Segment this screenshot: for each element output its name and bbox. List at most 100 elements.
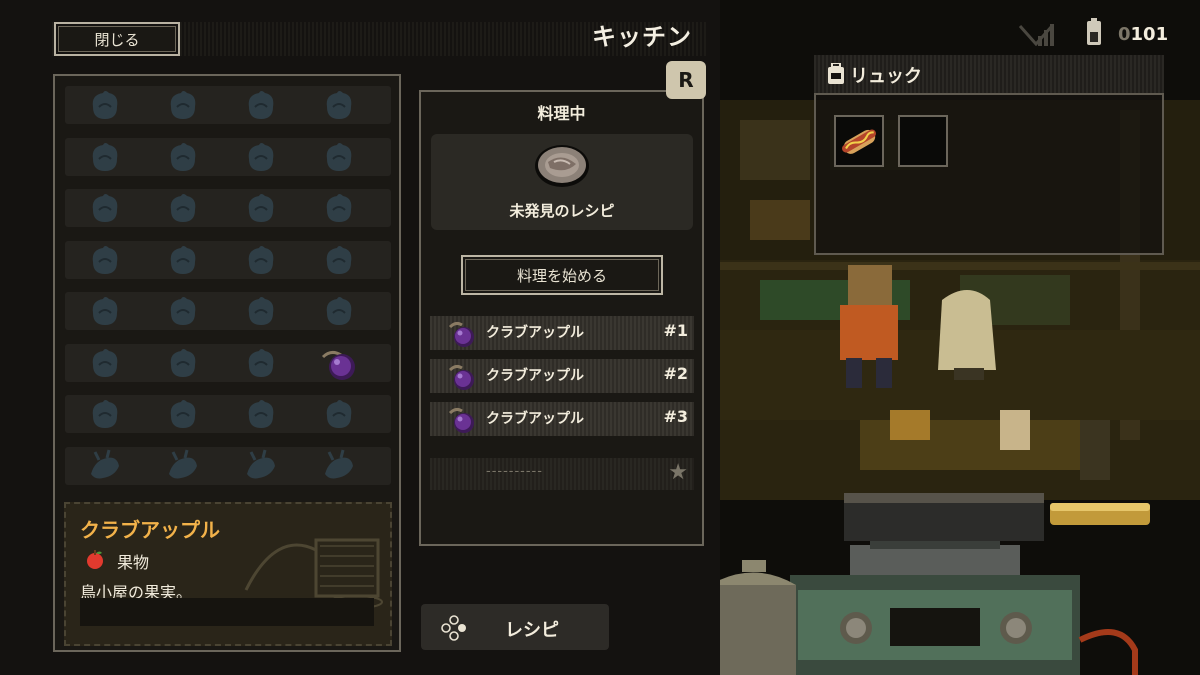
empty-ingredient-slot-icon — [326, 91, 352, 119]
apple-icon — [87, 550, 103, 569]
empty-ingredient-slot-icon — [248, 400, 274, 428]
empty-ingredient-slot-icon — [92, 142, 118, 171]
signal-strength-icon — [1018, 24, 1054, 46]
description-footer-bar — [80, 598, 374, 626]
battery-icon — [1087, 18, 1101, 45]
crab-apple-icon — [448, 407, 474, 433]
page-title: キッチン — [592, 23, 692, 51]
empty-vegetable-slot-icon — [169, 449, 197, 478]
backpack-slot-1[interactable] — [834, 115, 884, 167]
inventory-row — [65, 86, 391, 124]
empty-ingredient-slot-icon — [170, 194, 196, 222]
empty-ingredient-slot-icon — [170, 400, 196, 428]
empty-ingredient-slot-icon — [92, 297, 118, 325]
inventory-slot[interactable] — [85, 394, 125, 434]
backpack-title: リュック — [850, 66, 922, 87]
inventory-slot[interactable] — [241, 85, 281, 125]
empty-ingredient-slot-icon — [170, 245, 196, 274]
inventory-slot[interactable] — [241, 188, 281, 228]
inventory-slot[interactable] — [163, 291, 203, 331]
inventory-slot[interactable] — [319, 188, 359, 228]
inventory-slot[interactable] — [163, 137, 203, 177]
empty-ingredient-slot-icon — [326, 245, 352, 274]
r-button-prompt: R — [666, 61, 706, 99]
backpack-icon — [828, 63, 844, 84]
inventory-slot[interactable] — [163, 240, 203, 280]
inventory-slot[interactable] — [163, 343, 203, 383]
empty-ingredient-slot-icon — [326, 400, 352, 428]
inventory-slot[interactable] — [85, 291, 125, 331]
inventory-slot[interactable] — [163, 394, 203, 434]
inventory-slot[interactable] — [241, 446, 281, 486]
inventory-slot[interactable] — [319, 291, 359, 331]
unknown-dish-icon — [535, 145, 589, 187]
inventory-slot[interactable] — [319, 343, 359, 383]
empty-ingredient-slot-icon — [92, 348, 118, 377]
description-background-art — [244, 538, 383, 609]
inventory-slot[interactable] — [163, 188, 203, 228]
inventory-slot[interactable] — [163, 85, 203, 125]
empty-ingredient-slot-icon — [248, 194, 274, 222]
inventory-slot[interactable] — [241, 394, 281, 434]
inventory-slot[interactable] — [319, 446, 359, 486]
inventory-row — [65, 240, 391, 280]
ingredient-slot-2[interactable]: クラブアップル #2 — [430, 359, 694, 393]
inventory-slot[interactable] — [241, 137, 281, 177]
inventory-row — [65, 292, 391, 330]
empty-ingredient-slot-icon — [92, 400, 118, 428]
optional-ingredient-slot[interactable]: ---------- ★ — [430, 458, 694, 490]
inventory-slot[interactable] — [241, 291, 281, 331]
crab-apple-icon — [448, 321, 474, 347]
ingredient-name: クラブアップル — [486, 411, 584, 427]
empty-ingredient-slot-icon — [326, 297, 352, 325]
empty-ingredient-slot-icon — [326, 142, 352, 171]
empty-ingredient-slot-icon — [170, 91, 196, 119]
money-counter: 0101 — [1118, 24, 1168, 45]
backpack-slot-2[interactable] — [898, 115, 948, 167]
hotdog-icon — [842, 129, 876, 154]
inventory-slot[interactable] — [85, 343, 125, 383]
inventory-slot[interactable] — [85, 240, 125, 280]
start-cooking-button[interactable]: 料理を始める — [461, 255, 663, 295]
empty-ingredient-slot-icon — [326, 194, 352, 222]
inventory-slot[interactable] — [319, 240, 359, 280]
empty-ingredient-slot-icon — [248, 91, 274, 119]
empty-ingredient-slot-icon — [248, 348, 274, 377]
inventory-slot[interactable] — [163, 446, 203, 486]
recipe-book-button[interactable]: レシピ — [421, 604, 609, 650]
item-category: 果物 — [117, 553, 150, 572]
dpad-buttons-icon — [441, 615, 466, 641]
empty-ingredient-slot-icon — [170, 297, 196, 325]
inventory-slot[interactable] — [319, 85, 359, 125]
empty-ingredient-slot-icon — [170, 142, 196, 171]
ingredient-slot-1[interactable]: クラブアップル #1 — [430, 316, 694, 350]
empty-ingredient-slot-icon — [92, 194, 118, 222]
recipe-button-label: レシピ — [505, 620, 559, 641]
inventory-slot[interactable] — [319, 394, 359, 434]
inventory-slot[interactable] — [85, 85, 125, 125]
ingredient-slot-number: #2 — [663, 364, 688, 383]
inventory-slot[interactable] — [241, 240, 281, 280]
inventory-slot[interactable] — [241, 343, 281, 383]
inventory-slot[interactable] — [85, 446, 125, 486]
item-name: クラブアップル — [80, 518, 220, 542]
ingredient-slot-3[interactable]: クラブアップル #3 — [430, 402, 694, 436]
inventory-slot[interactable] — [85, 188, 125, 228]
inventory-slot[interactable] — [85, 137, 125, 177]
empty-ingredient-slot-icon — [92, 91, 118, 119]
empty-vegetable-slot-icon — [91, 449, 119, 478]
inventory-row — [65, 446, 391, 486]
star-icon: ★ — [668, 460, 688, 485]
cooking-heading: 料理中 — [537, 104, 586, 123]
empty-ingredient-slot-icon — [248, 297, 274, 325]
close-button[interactable]: 閉じる — [54, 22, 180, 56]
recipe-name: 未発見のレシピ — [509, 202, 615, 220]
empty-ingredient-slot-icon — [248, 142, 274, 171]
money-leading-zero: 0 — [1118, 24, 1131, 45]
inventory-row — [65, 395, 391, 433]
crab-apple-icon — [321, 350, 355, 380]
inventory-slot[interactable] — [319, 137, 359, 177]
empty-ingredient-slot-icon — [248, 245, 274, 274]
empty-ingredient-slot-icon — [170, 348, 196, 377]
ingredient-name: クラブアップル — [486, 368, 584, 384]
